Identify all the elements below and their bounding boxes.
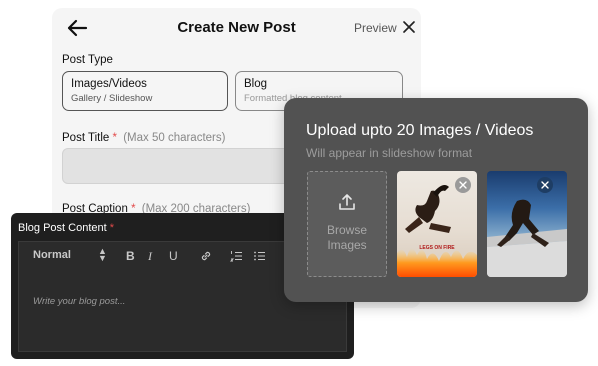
post-type-label: Post Type: [62, 54, 113, 66]
label-text: Blog Post Content: [18, 222, 107, 234]
char-limit-hint: (Max 50 characters): [123, 132, 226, 144]
post-title-label: Post Title * (Max 50 characters): [62, 132, 225, 144]
option-subtitle: Gallery / Slideshow: [71, 93, 153, 104]
thumbnail-image: [487, 171, 567, 277]
editor-placeholder: Write your blog post...: [33, 296, 126, 307]
remove-image-1-button[interactable]: [455, 177, 471, 193]
image-thumbnail-1[interactable]: LEGS ON FIRE: [397, 171, 477, 277]
required-mark: *: [109, 222, 115, 234]
option-title: Images/Videos: [71, 78, 147, 90]
bold-icon[interactable]: B: [126, 249, 135, 263]
close-icon: [541, 181, 549, 189]
bullet-list-icon[interactable]: [253, 250, 266, 262]
preview-button[interactable]: Preview: [354, 21, 397, 35]
remove-image-2-button[interactable]: [537, 177, 553, 193]
select-caret-icon[interactable]: ▲ ▼: [98, 247, 107, 263]
close-icon[interactable]: [402, 20, 416, 34]
thumbnail-caption: LEGS ON FIRE: [419, 245, 455, 251]
link-icon[interactable]: [200, 250, 212, 262]
required-mark: *: [112, 132, 117, 144]
italic-icon[interactable]: I: [148, 249, 152, 264]
browse-images-button[interactable]: Browse Images: [307, 171, 387, 277]
image-thumbnail-2[interactable]: [487, 171, 567, 277]
browse-line-2: Images: [327, 238, 367, 252]
close-icon: [459, 181, 467, 189]
upload-title: Upload upto 20 Images / Videos: [306, 122, 534, 139]
blog-content-label: Blog Post Content *: [18, 222, 114, 234]
upload-media-panel: Upload upto 20 Images / Videos Will appe…: [284, 98, 588, 302]
underline-icon[interactable]: U: [169, 249, 178, 263]
format-select[interactable]: Normal: [33, 249, 71, 261]
label-text: Post Title: [62, 132, 110, 144]
post-type-images-videos[interactable]: Images/Videos Gallery / Slideshow: [62, 71, 228, 111]
option-title: Blog: [244, 78, 268, 90]
upload-icon: [339, 194, 355, 210]
card-header: Create New Post Preview: [52, 8, 421, 48]
ordered-list-icon[interactable]: [230, 250, 243, 262]
browse-label: Browse Images: [308, 223, 386, 253]
browse-line-1: Browse: [326, 223, 367, 237]
upload-subtitle: Will appear in slideshow format: [306, 146, 473, 160]
